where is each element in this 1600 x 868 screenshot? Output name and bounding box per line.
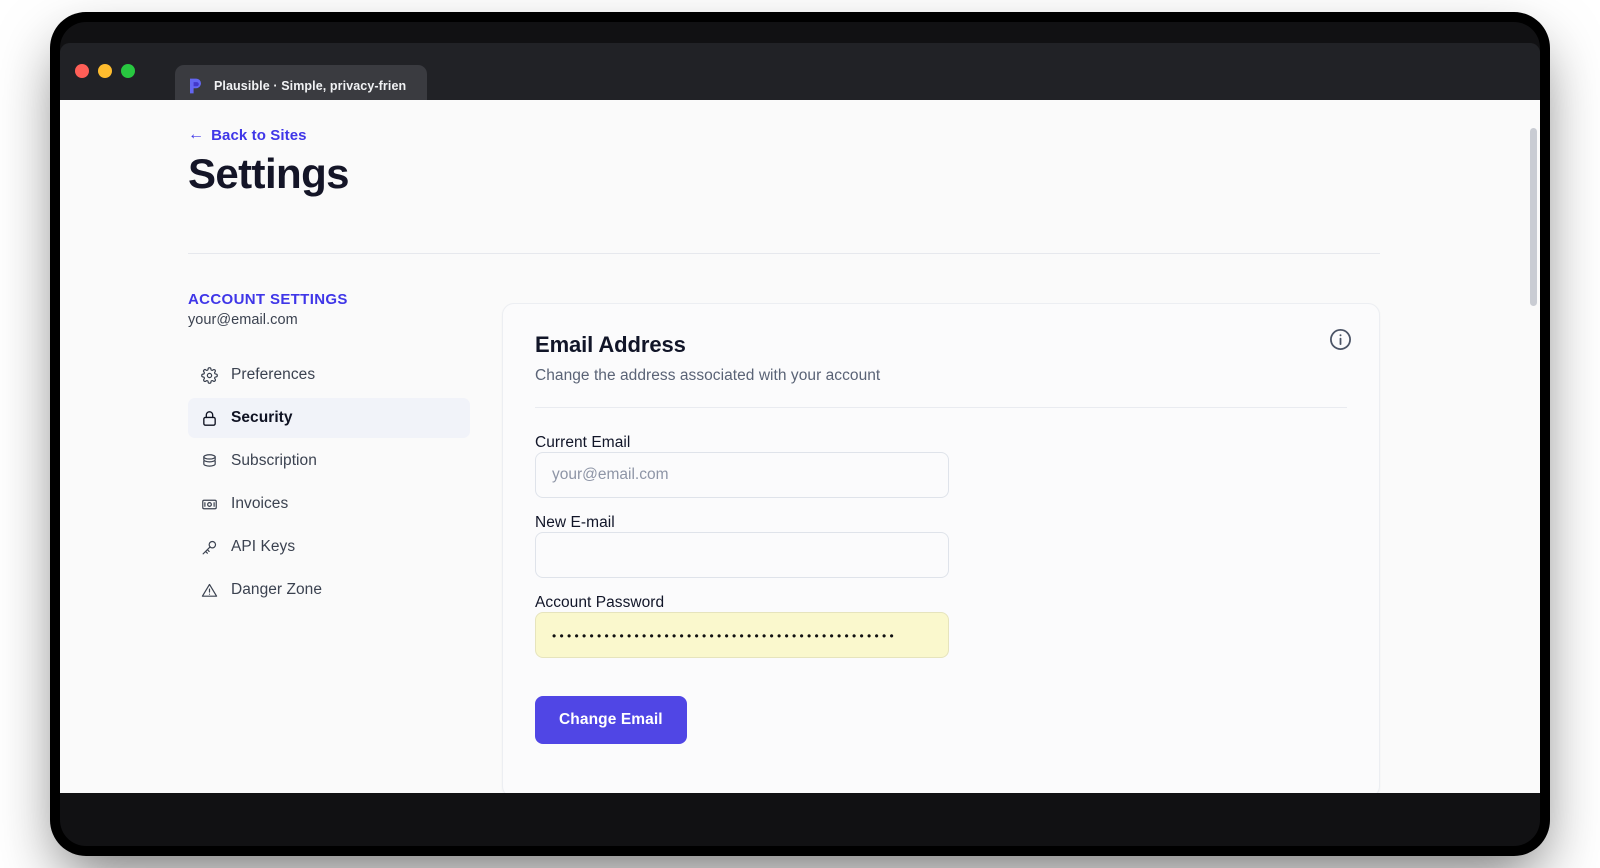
window-inner: Plausible · Simple, privacy-frien ← Back… [60,43,1540,793]
traffic-light-buttons [75,64,135,78]
vertical-scrollbar-track[interactable] [1526,100,1540,793]
page-viewport: ← Back to Sites Settings ACCOUNT SETTING… [60,100,1540,793]
current-email-input[interactable] [535,452,949,498]
stack-icon [201,453,218,470]
sidebar-item-label: API Keys [231,538,296,555]
sidebar-item-invoices[interactable]: Invoices [188,484,470,524]
plausible-logo-icon [187,77,204,95]
info-circle-icon[interactable] [1328,327,1353,352]
new-email-field-group: New E-mail [535,514,1347,578]
browser-window: Plausible · Simple, privacy-frien ← Back… [60,22,1540,846]
account-password-input[interactable] [535,612,949,658]
vertical-scrollbar-thumb[interactable] [1530,128,1537,306]
close-window-button[interactable] [75,64,89,78]
back-to-sites-label: Back to Sites [211,126,307,144]
title-bar: Plausible · Simple, privacy-frien [60,43,1540,107]
email-address-card: Email Address Change the address associa… [502,303,1380,793]
current-email-label: Current Email [535,434,631,451]
page-content: ← Back to Sites Settings ACCOUNT SETTING… [60,100,1500,793]
browser-tab-title: Plausible · Simple, privacy-frien [214,79,407,93]
account-password-field-group: Account Password [535,594,1347,658]
header-divider [188,253,1380,254]
account-password-label: Account Password [535,594,665,611]
page-title: Settings [188,150,349,197]
card-header: Email Address Change the address associa… [503,304,1379,385]
sidebar-item-preferences[interactable]: Preferences [188,355,470,395]
back-to-sites-link[interactable]: ← Back to Sites [188,127,307,144]
sidebar-nav: Preferences Security Subscription Invoic… [188,355,470,613]
sidebar-item-label: Danger Zone [231,581,323,598]
banknote-icon [201,496,218,513]
change-email-form: Current Email New E-mail Account Passwor… [503,408,1379,744]
change-email-button[interactable]: Change Email [535,696,687,744]
card-title: Email Address [535,332,686,357]
page-header: ← Back to Sites Settings [188,126,1380,198]
current-email-field-group: Current Email [535,434,1347,498]
lock-icon [201,410,218,427]
arrow-left-icon: ← [188,126,205,143]
sidebar-item-security[interactable]: Security [188,398,470,438]
gear-icon [201,366,218,384]
new-email-input[interactable] [535,532,949,578]
sidebar-item-api-keys[interactable]: API Keys [188,527,470,567]
sidebar-heading: ACCOUNT SETTINGS [188,291,348,308]
maximize-window-button[interactable] [121,64,135,78]
sidebar-account-email: your@email.com [188,312,298,328]
sidebar-item-label: Subscription [231,452,317,469]
sidebar-item-danger-zone[interactable]: Danger Zone [188,570,470,610]
account-settings-sidebar: ACCOUNT SETTINGS your@email.com Preferen… [188,291,470,613]
sidebar-item-label: Invoices [231,495,289,512]
warning-triangle-icon [201,582,218,599]
card-subtitle: Change the address associated with your … [535,367,881,384]
sidebar-item-label: Preferences [231,366,316,383]
minimize-window-button[interactable] [98,64,112,78]
sidebar-item-label: Security [231,409,293,426]
new-email-label: New E-mail [535,514,615,531]
sidebar-item-subscription[interactable]: Subscription [188,441,470,481]
key-icon [201,539,218,556]
